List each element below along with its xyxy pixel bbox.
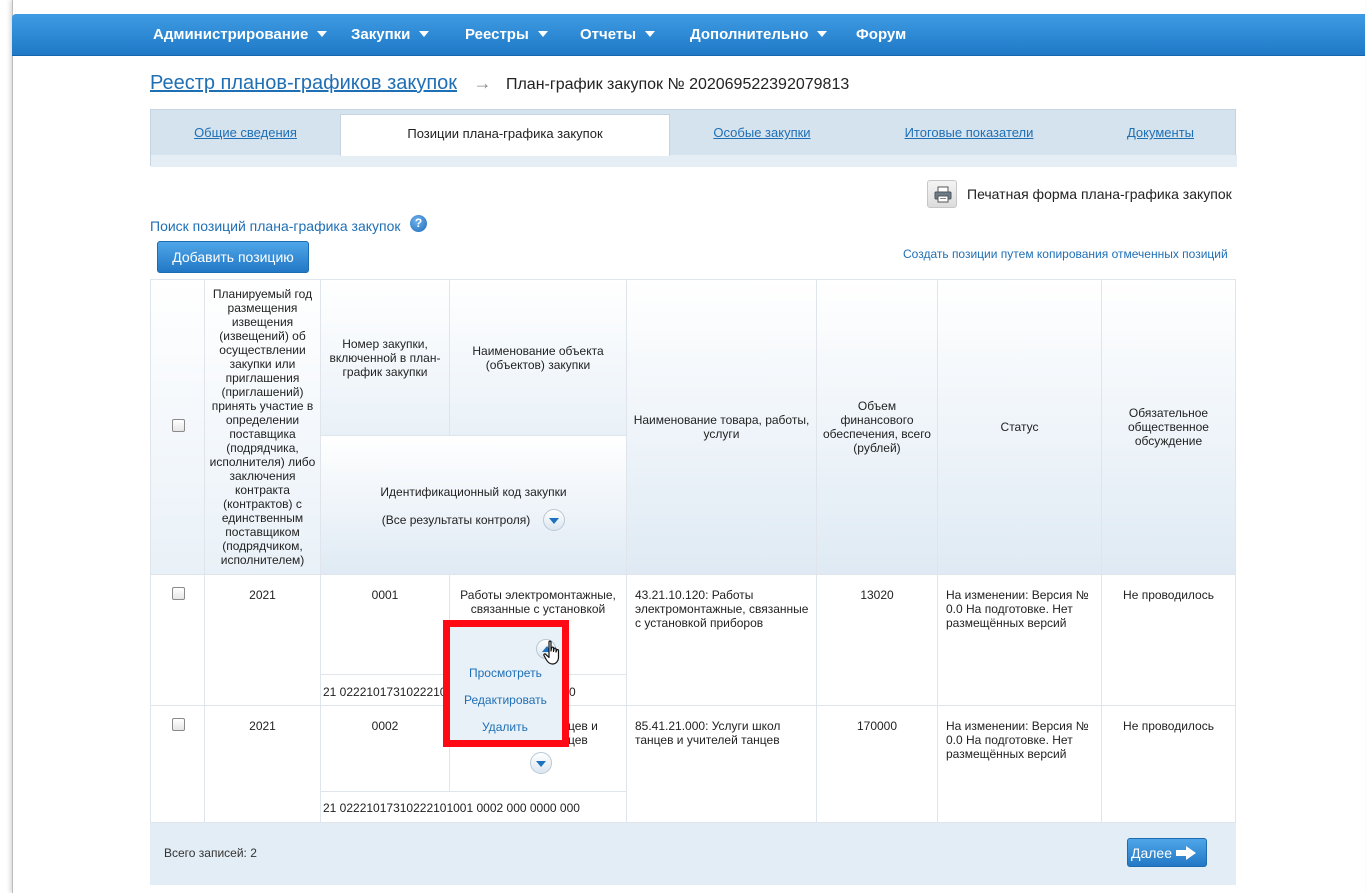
row-year: 2021 (205, 706, 321, 823)
header-year: Планируемый год размещения извещения (из… (205, 279, 321, 575)
row-actions-button[interactable] (530, 752, 552, 774)
tab-special-purchases[interactable]: Особые закупки (670, 110, 854, 156)
row-object-line1: цев и (568, 719, 598, 733)
print-button[interactable] (927, 180, 957, 208)
tab-general[interactable]: Общие сведения (151, 110, 340, 156)
page-title: План-график закупок № 202069522392079813 (505, 76, 850, 93)
tab-documents[interactable]: Документы (1084, 110, 1237, 156)
row-goods: 43.21.10.120: Работы электромонтажные, с… (627, 575, 817, 706)
table-row-select-cell (150, 706, 205, 823)
nav-registries[interactable]: Реестры (465, 14, 548, 56)
arrow-right-icon: → (473, 73, 492, 93)
breadcrumb-registry-link[interactable]: Реестр планов-графиков закупок (150, 72, 457, 94)
menu-item-delete[interactable]: Удалить (482, 720, 528, 734)
row-status: На изменении: Версия № 0.0 На подготовке… (938, 575, 1102, 706)
table-row-select-cell (150, 575, 205, 706)
header-volume: Объем финансового обеспечения, всего (ру… (817, 279, 938, 575)
row-ikz-text: 21 0222101731022210 (323, 685, 447, 699)
row-volume: 170000 (817, 706, 938, 823)
chevron-down-icon (536, 761, 546, 767)
chevron-down-icon (317, 31, 328, 38)
row-checkbox[interactable] (172, 718, 185, 731)
header-discussion: Обязательное общественное обсуждение (1102, 279, 1236, 575)
menu-item-view[interactable]: Просмотреть (469, 666, 542, 680)
tab-bar: Общие сведения Позиции плана-графика зак… (150, 109, 1237, 167)
breadcrumb: Реестр планов-графиков закупок → План-гр… (150, 72, 849, 98)
chevron-down-icon (419, 31, 430, 38)
arrow-right-icon (1176, 846, 1196, 860)
next-button[interactable]: Далее (1127, 838, 1207, 867)
row-goods: 85.41.21.000: Услуги школ танцев и учите… (627, 706, 817, 823)
chevron-down-icon (645, 31, 656, 38)
nav-purchases[interactable]: Закупки (351, 14, 430, 56)
menu-item-edit[interactable]: Редактировать (464, 693, 547, 707)
row-volume: 13020 (817, 575, 938, 706)
row-ikz-tail: 0 (569, 685, 576, 699)
records-count: Всего записей: 2 (164, 846, 257, 860)
nav-additional[interactable]: Дополнительно (690, 14, 828, 56)
row-number: 0001 (321, 575, 450, 675)
row-object-line2: цев (568, 733, 588, 747)
table-footer: Всего записей: 2 Далее (150, 823, 1236, 885)
chevron-down-icon (817, 31, 828, 38)
row-number: 0002 (321, 706, 450, 792)
ikz-filter-dropdown-button[interactable] (543, 509, 566, 531)
header-select-cell (150, 279, 205, 575)
row-status: На изменении: Версия № 0.0 На подготовке… (938, 706, 1102, 823)
help-icon[interactable]: ? (410, 215, 427, 232)
row-checkbox[interactable] (172, 587, 185, 600)
header-number: Номер закупки, включенной в план-график … (321, 279, 450, 436)
printer-icon (934, 186, 952, 203)
row-discussion: Не проводилось (1102, 575, 1236, 706)
next-button-label: Далее (1131, 844, 1173, 861)
chevron-down-icon (549, 518, 560, 524)
tab-bar-strip (151, 155, 1237, 167)
nav-reports[interactable]: Отчеты (580, 14, 656, 56)
tab-positions[interactable]: Позиции плана-графика закупок (340, 114, 670, 156)
header-ikz: Идентификационный код закупки (Все резул… (321, 436, 627, 575)
header-status: Статус (938, 279, 1102, 575)
row-year: 2021 (205, 575, 321, 706)
top-navigation: Администрирование Закупки Реестры Отчеты… (12, 14, 1365, 56)
search-positions-link[interactable]: Поиск позиций плана-графика закупок (150, 218, 401, 234)
print-form-label[interactable]: Печатная форма плана-графика закупок (967, 186, 1232, 202)
ikz-filter-label: (Все результаты контроля) (381, 513, 531, 527)
header-ikz-label: Идентификационный код закупки (380, 485, 567, 499)
positions-table: Планируемый год размещения извещения (из… (150, 279, 1236, 823)
row-ikz: 21 02221017310222101001 0002 000 0000 00… (321, 792, 627, 823)
add-position-button[interactable]: Добавить позицию (157, 241, 309, 273)
header-goods: Наименование товара, работы, услуги (627, 279, 817, 575)
copy-positions-link[interactable]: Создать позиции путем копирования отмече… (903, 247, 1228, 261)
row-discussion: Не проводилось (1102, 706, 1236, 823)
tab-totals[interactable]: Итоговые показатели (854, 110, 1084, 156)
ikz-filter: (Все результаты контроля) (382, 509, 566, 531)
row-object-text: Работы электромонтажные, связанные с уст… (460, 588, 616, 616)
header-object: Наименование объекта (объектов) закупки (450, 279, 627, 436)
nav-forum[interactable]: Форум (856, 14, 906, 56)
select-all-checkbox[interactable] (172, 419, 185, 432)
chevron-down-icon (537, 31, 548, 38)
nav-administration[interactable]: Администрирование (153, 14, 328, 56)
hand-cursor-icon (543, 640, 560, 665)
